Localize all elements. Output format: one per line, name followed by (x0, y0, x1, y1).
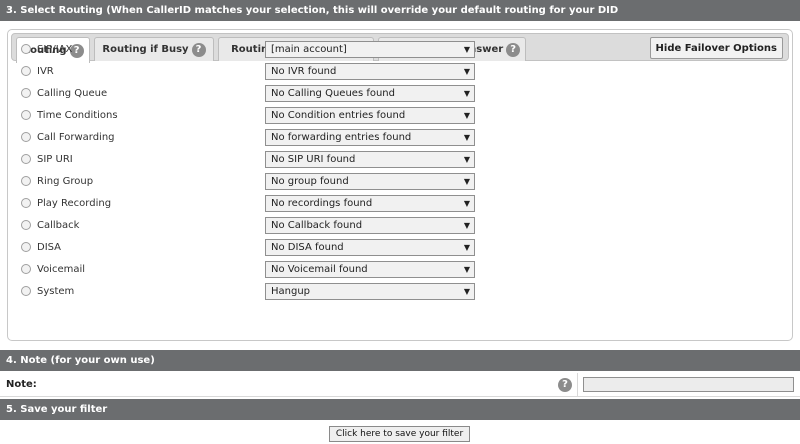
dropdown-arrow-icon: ▼ (463, 67, 470, 76)
routing-select-value: [main account] (271, 44, 347, 55)
dropdown-arrow-icon: ▼ (463, 243, 470, 252)
routing-radio[interactable] (21, 286, 31, 296)
dropdown-arrow-icon: ▼ (463, 45, 470, 54)
note-input[interactable] (583, 377, 794, 392)
routing-select-value: No Condition entries found (271, 110, 406, 121)
routing-option-row: Voicemail No Voicemail found ▼ (15, 259, 781, 281)
routing-option-row: SIP URI No SIP URI found ▼ (15, 149, 781, 171)
routing-option-row: Play Recording No recordings found ▼ (15, 193, 781, 215)
save-section-header: 5. Save your filter (0, 399, 800, 420)
routing-option-row: DISA No DISA found ▼ (15, 237, 781, 259)
routing-select[interactable]: No group found ▼ (265, 173, 475, 190)
routing-option-label: Voicemail (37, 264, 86, 275)
note-row: Note: ? (0, 373, 800, 397)
routing-select-value: No Voicemail found (271, 264, 368, 275)
routing-select-value: No Calling Queues found (271, 88, 395, 99)
routing-option-label: System (37, 286, 75, 297)
routing-option-row: Time Conditions No Condition entries fou… (15, 105, 781, 127)
routing-section-title: 3. Select Routing (When CallerID matches… (6, 5, 619, 16)
routing-option-label: Call Forwarding (37, 132, 115, 143)
help-icon[interactable]: ? (558, 378, 572, 392)
routing-select-value: No Callback found (271, 220, 363, 231)
routing-select[interactable]: Hangup ▼ (265, 283, 475, 300)
routing-radio[interactable] (21, 198, 31, 208)
divider (577, 373, 578, 397)
routing-radio[interactable] (21, 264, 31, 274)
routing-select-value: No DISA found (271, 242, 344, 253)
routing-select-value: No recordings found (271, 198, 373, 209)
routing-select[interactable]: No DISA found ▼ (265, 239, 475, 256)
routing-radio[interactable] (21, 66, 31, 76)
note-section-title: 4. Note (for your own use) (6, 355, 155, 366)
save-section-title: 5. Save your filter (6, 404, 108, 415)
routing-radio[interactable] (21, 110, 31, 120)
routing-radio[interactable] (21, 220, 31, 230)
routing-option-label: DISA (37, 242, 62, 253)
routing-option-row: Ring Group No group found ▼ (15, 171, 781, 193)
routing-select-value: No SIP URI found (271, 154, 356, 165)
routing-option-label: Ring Group (37, 176, 94, 187)
routing-radio[interactable] (21, 132, 31, 142)
routing-select[interactable]: No recordings found ▼ (265, 195, 475, 212)
routing-option-label: IVR (37, 66, 54, 77)
routing-option-label: Time Conditions (37, 110, 118, 121)
routing-select[interactable]: No Callback found ▼ (265, 217, 475, 234)
routing-radio[interactable] (21, 154, 31, 164)
routing-section-header: 3. Select Routing (When CallerID matches… (0, 0, 800, 21)
dropdown-arrow-icon: ▼ (463, 221, 470, 230)
routing-option-row: Calling Queue No Calling Queues found ▼ (15, 83, 781, 105)
routing-option-label: Callback (37, 220, 80, 231)
routing-select[interactable]: No Condition entries found ▼ (265, 107, 475, 124)
routing-option-row: Callback No Callback found ▼ (15, 215, 781, 237)
dropdown-arrow-icon: ▼ (463, 111, 470, 120)
routing-option-row: IVR No IVR found ▼ (15, 61, 781, 83)
routing-option-row: Call Forwarding No forwarding entries fo… (15, 127, 781, 149)
routing-select[interactable]: No SIP URI found ▼ (265, 151, 475, 168)
routing-select[interactable]: No Voicemail found ▼ (265, 261, 475, 278)
routing-select-value: No forwarding entries found (271, 132, 412, 143)
note-section-header: 4. Note (for your own use) (0, 350, 800, 371)
dropdown-arrow-icon: ▼ (463, 133, 470, 142)
routing-select[interactable]: [main account] ▼ (265, 41, 475, 58)
dropdown-arrow-icon: ▼ (463, 265, 470, 274)
dropdown-arrow-icon: ▼ (463, 89, 470, 98)
routing-select-value: No group found (271, 176, 349, 187)
routing-select-value: No IVR found (271, 66, 337, 77)
dropdown-arrow-icon: ▼ (463, 155, 470, 164)
routing-select-value: Hangup (271, 286, 311, 297)
routing-option-label: Calling Queue (37, 88, 108, 99)
save-filter-button[interactable]: Click here to save your filter (329, 426, 470, 442)
routing-option-label: SIP/IAX (37, 44, 73, 55)
routing-options-list: SIP/IAX [main account] ▼ IVR No IVR foun… (15, 39, 781, 303)
routing-radio[interactable] (21, 176, 31, 186)
routing-select[interactable]: No Calling Queues found ▼ (265, 85, 475, 102)
routing-radio[interactable] (21, 44, 31, 54)
dropdown-arrow-icon: ▼ (463, 287, 470, 296)
routing-option-row: System Hangup ▼ (15, 281, 781, 303)
routing-select[interactable]: No IVR found ▼ (265, 63, 475, 80)
routing-radio[interactable] (21, 242, 31, 252)
dropdown-arrow-icon: ▼ (463, 177, 470, 186)
routing-radio[interactable] (21, 88, 31, 98)
note-label: Note: (6, 379, 37, 390)
routing-option-row: SIP/IAX [main account] ▼ (15, 39, 781, 61)
routing-option-label: SIP URI (37, 154, 73, 165)
routing-option-label: Play Recording (37, 198, 112, 209)
routing-select[interactable]: No forwarding entries found ▼ (265, 129, 475, 146)
dropdown-arrow-icon: ▼ (463, 199, 470, 208)
